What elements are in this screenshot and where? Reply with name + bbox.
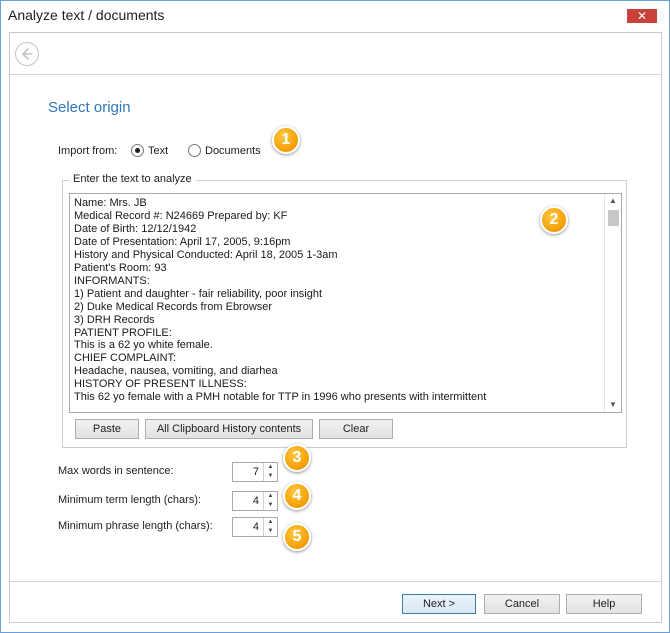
text-line: This 62 yo female with a PMH notable for… [74,391,487,404]
callout-badge-4: 4 [283,482,311,510]
spin-up-icon[interactable]: ▲ [264,463,277,472]
scroll-up-arrow-icon[interactable]: ▲ [605,194,621,208]
text-line: Name: Mrs. JB [74,197,147,209]
max-words-stepper[interactable]: 7 ▲ ▼ [232,462,278,482]
text-line: HISTORY OF PRESENT ILLNESS: [74,378,247,391]
min-term-value[interactable]: 4 [253,495,259,507]
callout-badge-3: 3 [283,444,311,472]
radio-text-label[interactable]: Text [148,145,168,157]
callout-badge-1: 1 [272,126,300,154]
title-bar: Analyze text / documents ✕ [1,1,669,32]
next-button[interactable]: Next > [402,594,476,614]
scroll-thumb[interactable] [608,210,619,226]
text-line: Date of Presentation: April 17, 2005, 9:… [74,235,291,248]
wizard-panel: Select origin Import from: Text Document… [9,32,662,623]
spin-up-icon[interactable]: ▲ [264,492,277,501]
text-line: INFORMANTS: [74,274,150,287]
text-line: CHIEF COMPLAINT: [74,352,177,365]
min-phrase-label: Minimum phrase length (chars): [58,520,213,532]
scroll-down-arrow-icon[interactable]: ▼ [605,398,621,412]
window-title: Analyze text / documents [8,7,165,23]
text-line: 2) Duke Medical Records from Ebrowser [74,300,273,313]
back-arrow-icon [22,48,33,60]
text-group-legend: Enter the text to analyze [69,173,196,185]
text-line: PATIENT PROFILE: [74,326,172,339]
max-words-value[interactable]: 7 [253,466,259,478]
callout-badge-5: 5 [283,523,311,551]
spin-down-icon[interactable]: ▼ [264,527,277,536]
dialog-window: Analyze text / documents ✕ Select origin… [0,0,670,633]
min-phrase-value[interactable]: 4 [253,521,259,533]
callout-badge-2: 2 [540,206,568,234]
text-line: Date of Birth: 12/12/1942 [74,222,197,235]
text-line: Medical Record #: N24669 Prepared by: KF [74,209,288,222]
text-line: Headache, nausea, vomiting, and diarhea [74,365,278,378]
min-phrase-stepper[interactable]: 4 ▲ ▼ [232,517,278,537]
dialog-footer: Next > Cancel Help [10,581,661,623]
clipboard-history-button[interactable]: All Clipboard History contents [145,419,313,439]
clear-button[interactable]: Clear [319,419,393,439]
text-line: 1) Patient and daughter - fair reliabili… [74,287,323,300]
text-line: 3) DRH Records [74,313,155,326]
max-words-label: Max words in sentence: [58,465,174,477]
spin-up-icon[interactable]: ▲ [264,518,277,527]
text-line: Patient's Room: 93 [74,261,167,274]
section-title: Select origin [48,99,131,116]
navigation-bar [10,33,661,75]
min-term-label: Minimum term length (chars): [58,494,202,506]
radio-text[interactable] [131,144,144,157]
radio-documents-label[interactable]: Documents [205,145,261,157]
analyze-text-area[interactable]: Name: Mrs. JB Medical Record #: N24669 P… [69,193,622,413]
import-from-label: Import from: [58,145,118,157]
cancel-button[interactable]: Cancel [484,594,560,614]
close-button[interactable]: ✕ [627,9,657,23]
help-button[interactable]: Help [566,594,642,614]
spin-down-icon[interactable]: ▼ [264,501,277,510]
text-content: Name: Mrs. JB Medical Record #: N24669 P… [74,197,604,404]
text-line: History and Physical Conducted: April 18… [74,248,338,261]
spin-down-icon[interactable]: ▼ [264,472,277,481]
radio-documents[interactable] [188,144,201,157]
min-term-stepper[interactable]: 4 ▲ ▼ [232,491,278,511]
paste-button[interactable]: Paste [75,419,139,439]
back-button[interactable] [15,42,39,66]
text-line: This is a 62 yo white female. [74,339,213,352]
vertical-scrollbar[interactable]: ▲ ▼ [604,194,621,412]
